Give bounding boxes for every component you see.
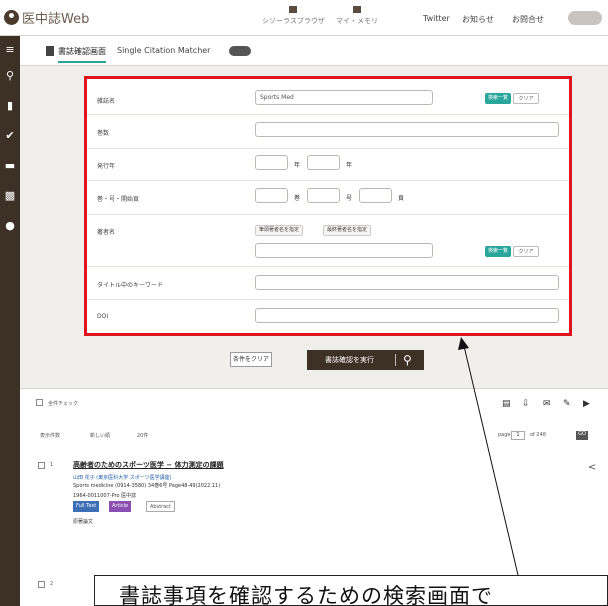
annotation-text: 書誌事項を確認するための検索画面で [119, 584, 493, 606]
annotation-arrow [458, 337, 519, 576]
annotation-callout: 書誌事項を確認するための検索画面で [94, 575, 608, 606]
